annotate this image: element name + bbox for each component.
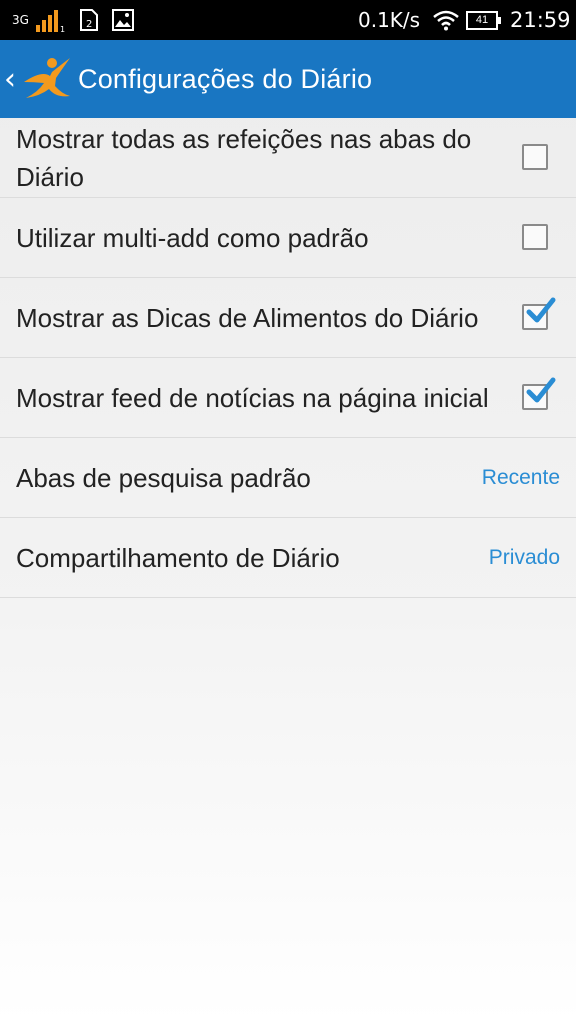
checkbox-checked[interactable] xyxy=(522,297,556,330)
sim-icon: 2 xyxy=(78,0,100,40)
setting-label: Compartilhamento de Diário xyxy=(16,542,340,573)
network-type: 3G xyxy=(12,13,29,27)
checkbox-unchecked[interactable] xyxy=(522,144,548,170)
setting-default-search-tab[interactable]: Abas de pesquisa padrão Recente xyxy=(0,438,576,518)
battery-level: 41 xyxy=(466,10,501,30)
network-speed: 0.1K/s xyxy=(358,8,421,32)
setting-news-feed[interactable]: Mostrar feed de notícias na página inici… xyxy=(0,358,576,438)
setting-label: Mostrar feed de notícias na página inici… xyxy=(16,382,489,413)
status-bar: 3G 1 2 0.1K/s 41 21:59 xyxy=(0,0,576,40)
clock: 21:59 xyxy=(510,8,571,32)
checkbox-checked[interactable] xyxy=(522,377,556,410)
battery-icon: 41 xyxy=(466,0,501,40)
action-bar: ‹ Configurações do Diário xyxy=(0,40,576,118)
myfitnesspal-logo-icon[interactable] xyxy=(22,56,72,105)
setting-diary-sharing[interactable]: Compartilhamento de Diário Privado xyxy=(0,518,576,598)
setting-label: Abas de pesquisa padrão xyxy=(16,462,311,493)
setting-multi-add[interactable]: Utilizar multi-add como padrão xyxy=(0,198,576,278)
page-title: Configurações do Diário xyxy=(78,63,373,94)
setting-value[interactable]: Privado xyxy=(489,546,560,570)
settings-list: Mostrar todas as refeições nas abas do D… xyxy=(0,118,576,598)
signal-icon: 1 xyxy=(36,0,66,40)
checkmark-icon xyxy=(526,377,556,403)
svg-text:2: 2 xyxy=(86,19,92,30)
setting-value[interactable]: Recente xyxy=(482,466,560,490)
chevron-left-icon: ‹ xyxy=(4,61,16,97)
setting-label: Mostrar as Dicas de Alimentos do Diário xyxy=(16,302,479,333)
svg-text:1: 1 xyxy=(60,25,65,32)
setting-label: Utilizar multi-add como padrão xyxy=(16,222,369,253)
gallery-icon xyxy=(112,0,134,40)
wifi-icon xyxy=(433,0,459,40)
checkmark-icon xyxy=(526,297,556,323)
setting-food-tips[interactable]: Mostrar as Dicas de Alimentos do Diário xyxy=(0,278,576,358)
checkbox-unchecked[interactable] xyxy=(522,224,548,250)
setting-show-all-meals[interactable]: Mostrar todas as refeições nas abas do D… xyxy=(0,118,576,198)
setting-label: Mostrar todas as refeições nas abas do D… xyxy=(16,123,472,192)
